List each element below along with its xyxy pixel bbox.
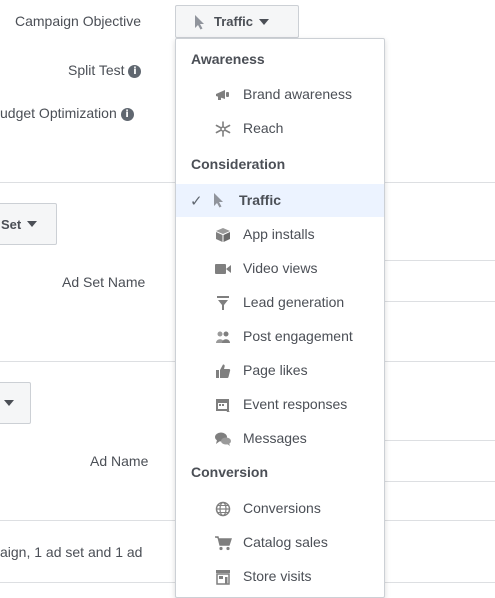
menu-item-store-visits[interactable]: Store visits (176, 560, 384, 593)
ad-name-input[interactable] (384, 440, 495, 482)
menu-item-traffic[interactable]: ✓ Traffic (176, 184, 384, 217)
check-icon: ✓ (190, 192, 203, 210)
store-icon (214, 568, 232, 586)
chevron-down-icon (4, 400, 14, 406)
calendar-icon (214, 396, 232, 414)
adset-dropdown-button[interactable]: Set (0, 203, 57, 245)
section-header-awareness: Awareness (191, 51, 265, 67)
menu-item-app-installs[interactable]: App installs (176, 218, 384, 251)
menu-item-video-views[interactable]: Video views (176, 252, 384, 285)
adset-button-label: Set (1, 216, 22, 232)
info-icon[interactable]: i (120, 108, 134, 121)
section-header-consideration: Consideration (191, 156, 286, 172)
footer-summary-text: aign, 1 ad set and 1 ad (0, 544, 143, 560)
objective-value: Traffic (214, 14, 254, 29)
people-icon (214, 328, 232, 346)
ad-name-label: Ad Name (90, 453, 149, 469)
cursor-icon (213, 192, 225, 208)
megaphone-icon (214, 86, 232, 104)
menu-item-event-responses[interactable]: Event responses (176, 388, 384, 421)
globe-icon (214, 500, 232, 518)
menu-item-lead-generation[interactable]: Lead generation (176, 286, 384, 319)
cursor-icon (194, 14, 206, 30)
adset-name-label: Ad Set Name (62, 274, 146, 290)
budget-optimization-label: udget Optimization i (0, 105, 134, 121)
chat-bubbles-icon (214, 430, 232, 448)
reach-icon (214, 120, 232, 138)
menu-item-reach[interactable]: Reach (176, 112, 384, 145)
adset-name-input[interactable] (384, 260, 495, 302)
thumbs-up-icon (214, 362, 232, 380)
menu-item-messages[interactable]: Messages (176, 422, 384, 455)
section-header-conversion: Conversion (191, 464, 269, 480)
video-camera-icon (214, 260, 232, 278)
split-test-label: Split Test i (68, 62, 142, 78)
info-icon[interactable]: i (128, 65, 142, 78)
chevron-down-icon (259, 18, 270, 25)
ad-dropdown-button[interactable] (0, 382, 31, 424)
objective-dropdown-menu: Awareness Brand awareness Reach Consider… (175, 38, 385, 598)
chevron-down-icon (27, 221, 38, 227)
menu-item-conversions[interactable]: Conversions (176, 492, 384, 525)
campaign-objective-label: Campaign Objective (15, 13, 142, 29)
box-icon (214, 226, 232, 244)
funnel-icon (214, 294, 232, 312)
menu-item-brand-awareness[interactable]: Brand awareness (176, 78, 384, 111)
menu-item-catalog-sales[interactable]: Catalog sales (176, 526, 384, 559)
menu-item-post-engagement[interactable]: Post engagement (176, 320, 384, 353)
menu-item-page-likes[interactable]: Page likes (176, 354, 384, 387)
objective-dropdown-button[interactable]: Traffic (175, 5, 299, 38)
shopping-cart-icon (214, 534, 232, 552)
